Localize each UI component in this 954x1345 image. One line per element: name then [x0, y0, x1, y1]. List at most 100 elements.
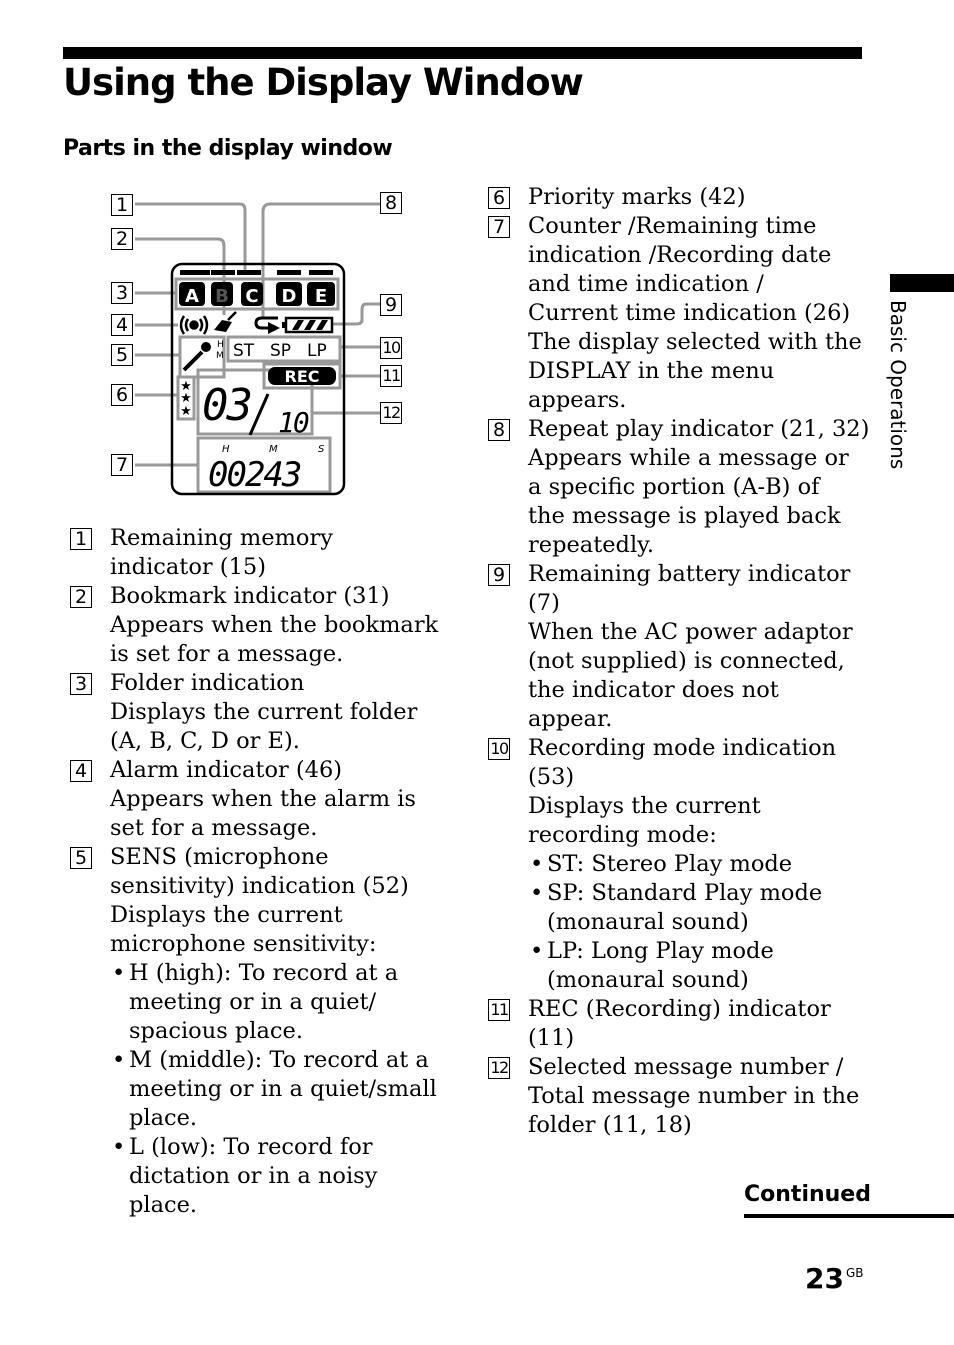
bullet-text: SP: Standard Play mode [547, 880, 823, 906]
page-number: 23 GB [805, 1262, 864, 1295]
mode-sp: SP [270, 341, 291, 361]
item-text: a specific portion (A-B) of [528, 474, 820, 500]
bullet-text: meeting or in a quiet/ [129, 989, 377, 1015]
bullet-text: (monaural sound) [547, 967, 749, 993]
item-text: Appears when the bookmark [110, 612, 439, 638]
item-text: The display selected with the [528, 329, 862, 355]
item-text: is set for a message. [110, 641, 344, 667]
item-title: Remaining memory [110, 525, 333, 551]
list-item: 5 SENS (microphone sensitivity) indication… [70, 843, 450, 1220]
list-item: 6 Priority marks (42) [488, 183, 868, 212]
left-column-list: 1 Remaining memory indicator (15) 2 Bookmark… [70, 524, 450, 1220]
message-number: 03 [202, 380, 251, 431]
item-title: Remaining battery indicator [528, 561, 851, 587]
list-item: 1 Remaining memory indicator (15) [70, 524, 450, 582]
item-number-badge: 8 [488, 419, 510, 441]
item-title: Folder indication [110, 670, 305, 696]
time-label-h: H [222, 444, 230, 455]
item-number-badge: 3 [70, 673, 92, 695]
list-item: 7 Counter /Remaining time indication /Reco… [488, 212, 868, 415]
display-window-diagram: A B C D E H M ST SP LP REC ★ ★ ★ 03 10 H… [100, 180, 420, 510]
sens-h: H [217, 340, 224, 350]
right-column-list: 6 Priority marks (42) 7 Counter /Remaining … [488, 183, 870, 1140]
priority-stars: ★★★ [180, 379, 192, 419]
bullet-text: H (high): To record at a [129, 960, 399, 986]
item-title: Bookmark indicator (31) [110, 583, 390, 609]
item-text: microphone sensitivity: [110, 931, 377, 957]
bullet-item: L (low): To record for dictation or in a … [110, 1133, 450, 1220]
item-title: Counter /Remaining time [528, 213, 817, 239]
folder-c: C [245, 286, 258, 307]
list-item: 9 Remaining battery indicator (7) When the … [488, 560, 868, 734]
item-number-badge: 6 [488, 187, 510, 209]
item-number-badge: 5 [70, 847, 92, 869]
bullet-text: place. [129, 1192, 198, 1218]
bullet-text: M (middle): To record at a [129, 1047, 429, 1073]
bullet-text: spacious place. [129, 1018, 303, 1044]
bullet-text: L (low): To record for [129, 1134, 373, 1160]
item-text: (53) [528, 764, 575, 790]
item-text: Appears when the alarm is [110, 786, 416, 812]
item-text: appears. [528, 387, 627, 413]
callout-4: 4 [111, 314, 133, 336]
page-title: Using the Display Window [63, 61, 584, 104]
item-text: the message is played back [528, 503, 841, 529]
sens-m: M [216, 351, 224, 361]
item-text: Displays the current folder [110, 699, 418, 725]
list-item: 2 Bookmark indicator (31) Appears when the… [70, 582, 450, 669]
list-item: 11 REC (Recording) indicator (11) [488, 995, 868, 1053]
page-number-value: 23 [805, 1262, 844, 1295]
item-text: (7) [528, 590, 560, 616]
folder-d: D [282, 286, 297, 307]
item-number-badge: 1 [70, 528, 92, 550]
bullet-text: meeting or in a quiet/small [129, 1076, 437, 1102]
alarm-icon [179, 315, 209, 335]
callout-6: 6 [111, 384, 133, 406]
item-title: Recording mode indication [528, 735, 837, 761]
bullet-text: LP: Long Play mode [547, 938, 774, 964]
item-number-badge: 12 [488, 1057, 510, 1079]
mode-st: ST [233, 341, 255, 361]
microphone-icon [182, 342, 211, 372]
bullet-item: M (middle): To record at a meeting or in … [110, 1046, 450, 1133]
bullet-text: dictation or in a noisy [129, 1163, 378, 1189]
bullet-text: ST: Stereo Play mode [547, 851, 793, 877]
item-title: Repeat play indicator (21, 32) [528, 416, 870, 442]
item-title: Alarm indicator (46) [110, 757, 343, 783]
item-number-badge: 11 [488, 999, 510, 1021]
side-tab-text: Basic Operations [886, 300, 910, 470]
item-text: the indicator does not [528, 677, 779, 703]
item-title: SENS (microphone [110, 844, 329, 870]
list-item: 12 Selected message number / Total message… [488, 1053, 868, 1140]
item-text: DISPLAY in the menu [528, 358, 775, 384]
rec-label: REC [285, 367, 320, 386]
callout-8: 8 [380, 192, 402, 214]
message-slash [248, 393, 270, 436]
item-text: Displays the current [110, 902, 343, 928]
item-number-badge: 9 [488, 564, 510, 586]
item-number-badge: 4 [70, 760, 92, 782]
bullet-item: LP: Long Play mode (monaural sound) [528, 937, 868, 995]
item-text: indication /Recording date [528, 242, 832, 268]
time-label-m: M [269, 444, 278, 455]
callout-11: 11 [380, 365, 402, 387]
item-title: Selected message number / [528, 1054, 844, 1080]
bullet-text: place. [129, 1105, 198, 1131]
item-text: Current time indication (26) [528, 300, 851, 326]
item-text: folder (11, 18) [528, 1112, 692, 1138]
counter-value: 00243 [208, 455, 301, 495]
message-total: 10 [278, 406, 309, 439]
list-item: 10 Recording mode indication (53) Displays … [488, 734, 868, 995]
folder-e: E [315, 286, 327, 307]
bullet-item: SP: Standard Play mode (monaural sound) [528, 879, 868, 937]
item-text: recording mode: [528, 822, 717, 848]
bullet-item: H (high): To record at a meeting or in a … [110, 959, 450, 1046]
item-text: Total message number in the [528, 1083, 860, 1109]
item-text: indicator (15) [110, 554, 266, 580]
item-text: appear. [528, 706, 613, 732]
list-item: 8 Repeat play indicator (21, 32) Appears w… [488, 415, 870, 560]
time-label-s: S [318, 444, 325, 455]
side-tab-label: Basic Operations [876, 300, 916, 500]
repeat-icon [254, 316, 280, 334]
item-text: (not supplied) is connected, [528, 648, 845, 674]
